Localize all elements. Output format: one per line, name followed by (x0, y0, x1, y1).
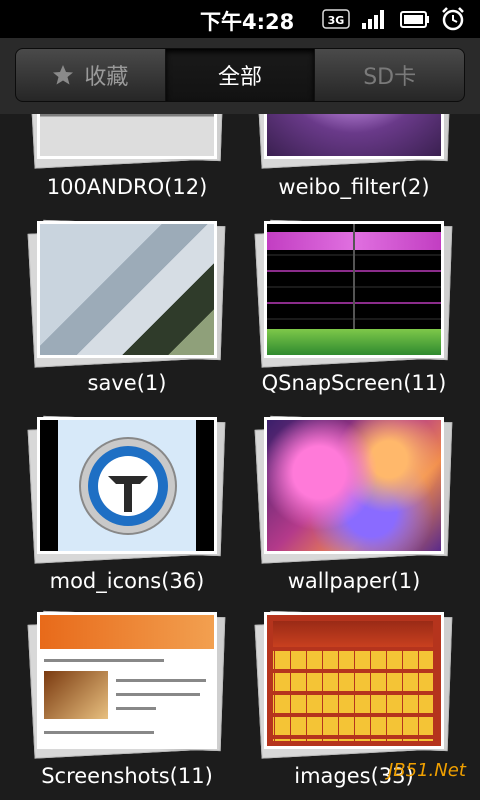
tab-favorites-label: 收藏 (84, 65, 129, 90)
album-label: QSnapScreen(11) (261, 371, 447, 395)
battery-icon (400, 11, 429, 28)
thumbnail-art (196, 420, 214, 551)
thumbnail-art (44, 671, 108, 719)
album-thumbnail (264, 221, 444, 358)
album-thumbnail (264, 612, 444, 749)
album-label: mod_icons(36) (49, 569, 205, 593)
album-thumbnail (37, 114, 217, 159)
album-label: Screenshots(11) (41, 764, 213, 788)
thumbnail-art (40, 420, 58, 551)
3g-icon: 3G (322, 9, 350, 29)
signal-icon (362, 10, 384, 29)
svg-text:3G: 3G (328, 14, 345, 27)
album-thumbnail (37, 417, 217, 554)
thumbnail-art (116, 679, 206, 682)
album-thumbnail (37, 221, 217, 358)
thumbnail-art (44, 731, 154, 734)
album-thumbnail (37, 612, 217, 749)
star-icon (53, 65, 74, 85)
album-thumbnail (264, 114, 444, 159)
tab-bar: 收藏 全部 SD卡 (15, 48, 465, 102)
album-grid: 100ANDRO(12) weibo_filter(2) save(1) QSn… (0, 114, 480, 800)
tab-sd-card-label: SD卡 (363, 65, 417, 90)
tab-favorites[interactable]: 收藏 (16, 49, 165, 101)
album-label: weibo_filter(2) (278, 175, 430, 199)
thumbnail-art (267, 329, 441, 355)
gallery-screen: 下午4:28 3G 收藏 全部 SD卡 100ANDRO(12) weibo_f… (0, 0, 480, 800)
status-bar: 下午4:28 3G (0, 0, 480, 38)
album-thumbnail (264, 417, 444, 554)
tab-sd-card[interactable]: SD卡 (314, 49, 464, 101)
tab-all[interactable]: 全部 (164, 49, 315, 101)
album-label: save(1) (87, 371, 167, 395)
thumbnail-art (44, 659, 164, 662)
thumbnail-art (116, 693, 200, 696)
tab-all-label: 全部 (218, 65, 263, 90)
ttpod-logo-icon (79, 437, 177, 535)
album-label: wallpaper(1) (287, 569, 421, 593)
thumbnail-art (273, 651, 433, 741)
album-label: 100ANDRO(12) (46, 175, 208, 199)
status-clock: 下午4:28 (200, 10, 295, 34)
thumbnail-art (273, 621, 433, 647)
site-watermark: JB51.Net (388, 760, 466, 781)
thumbnail-art (116, 707, 156, 710)
thumbnail-art (40, 615, 214, 649)
alarm-icon (442, 7, 464, 31)
